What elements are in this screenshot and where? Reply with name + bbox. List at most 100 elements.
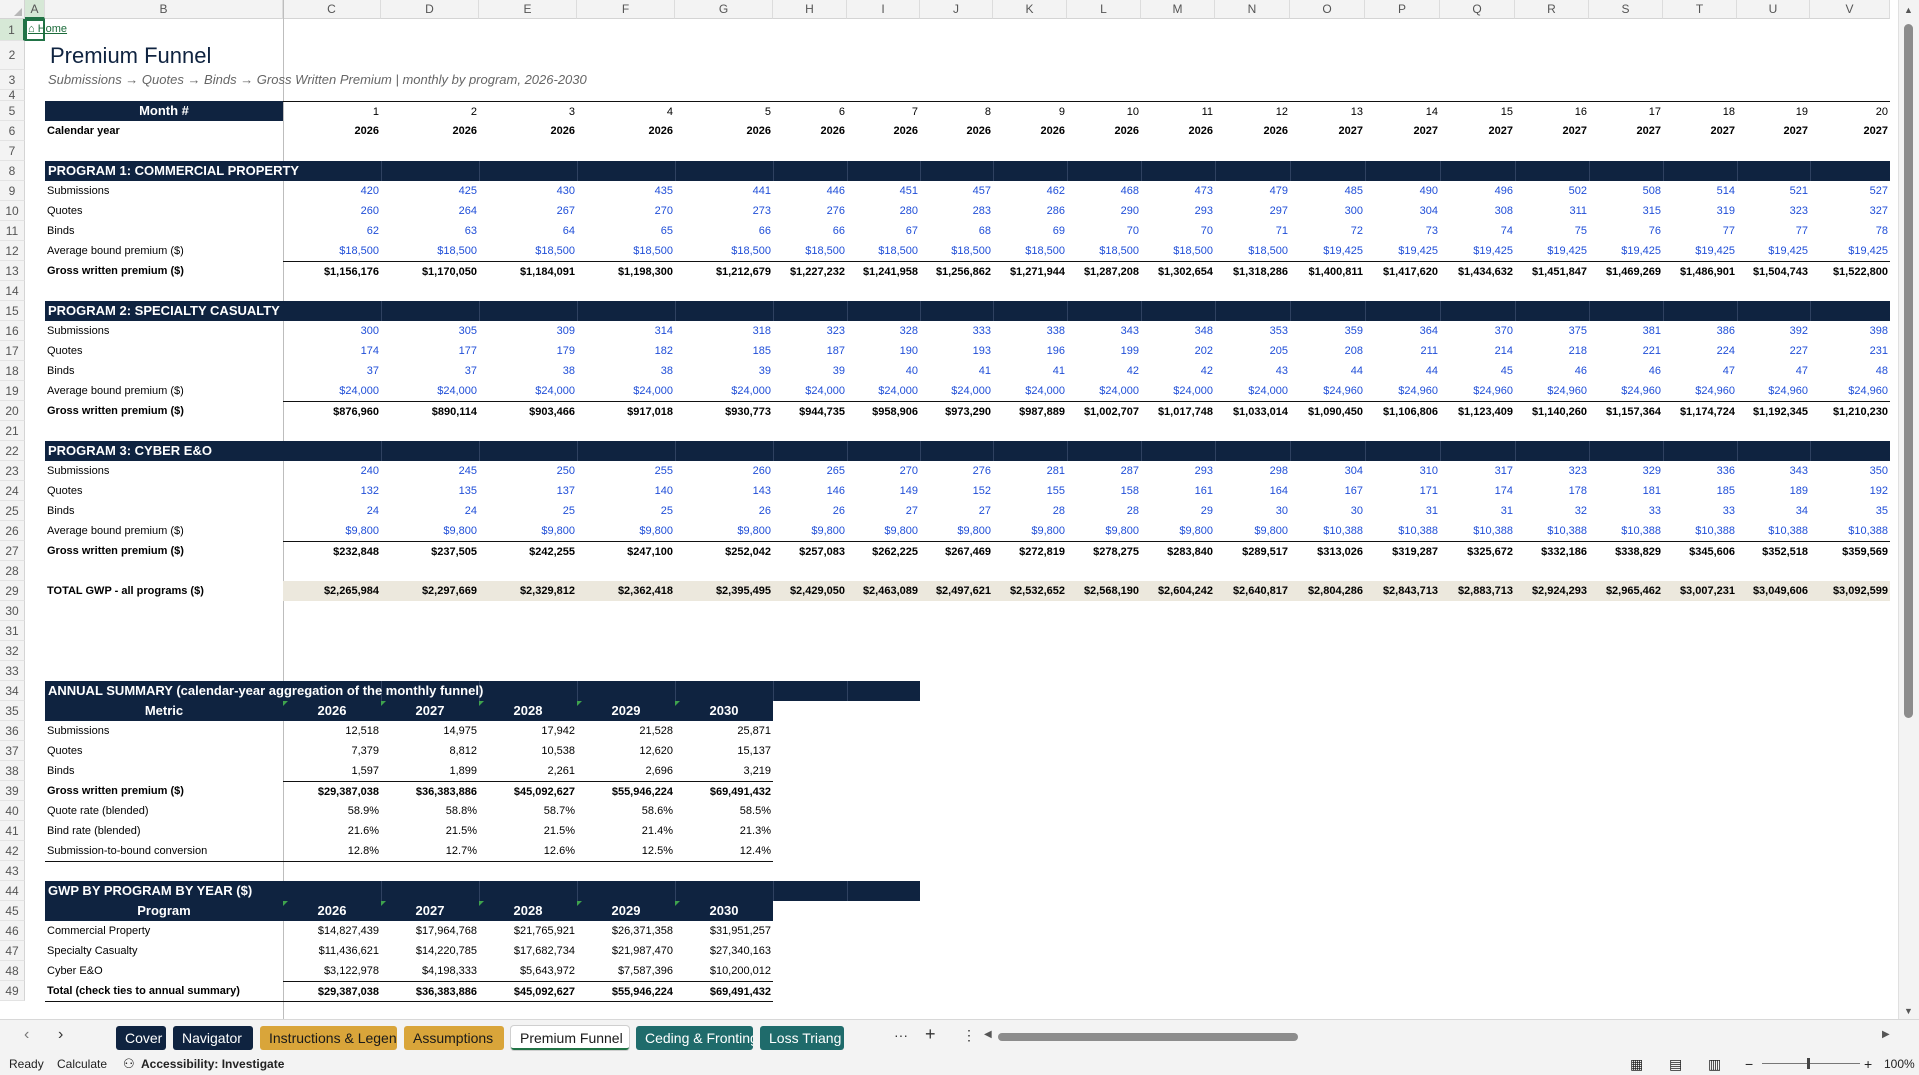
column-header-e[interactable]: E [479, 0, 577, 19]
zoom-out-icon[interactable]: − [1745, 1053, 1753, 1075]
row-header-3[interactable]: 3 [0, 70, 25, 90]
status-accessibility[interactable]: Accessibility: Investigate [141, 1053, 284, 1075]
row-header-41[interactable]: 41 [0, 821, 25, 841]
column-header-o[interactable]: O [1290, 0, 1365, 19]
tab-cover[interactable]: Cover [116, 1026, 166, 1050]
row-header-37[interactable]: 37 [0, 741, 25, 761]
column-header-g[interactable]: G [675, 0, 773, 19]
row-header-44[interactable]: 44 [0, 881, 25, 901]
column-header-b[interactable]: B [45, 0, 283, 19]
hscroll-right-arrow-icon[interactable]: ▶ [1882, 1029, 1890, 1040]
column-header-n[interactable]: N [1215, 0, 1290, 19]
row-header-2[interactable]: 2 [0, 41, 25, 70]
row-header-47[interactable]: 47 [0, 941, 25, 961]
column-header-s[interactable]: S [1589, 0, 1663, 19]
zoom-level[interactable]: 100% [1884, 1053, 1915, 1075]
row-header-27[interactable]: 27 [0, 541, 25, 561]
scroll-up-arrow-icon[interactable]: ▲ [1904, 5, 1913, 15]
row-header-16[interactable]: 16 [0, 321, 25, 341]
column-header-h[interactable]: H [773, 0, 847, 19]
row-header-5[interactable]: 5 [0, 101, 25, 121]
row-header-12[interactable]: 12 [0, 241, 25, 261]
row-header-33[interactable]: 33 [0, 661, 25, 681]
column-header-u[interactable]: U [1737, 0, 1810, 19]
row-header-14[interactable]: 14 [0, 281, 25, 301]
normal-view-icon[interactable]: ▦ [1630, 1053, 1643, 1075]
home-link[interactable]: ⌂ Home [28, 19, 67, 41]
tab-navigator[interactable]: Navigator [173, 1026, 253, 1050]
zoom-slider-thumb[interactable] [1807, 1058, 1810, 1069]
row-header-30[interactable]: 30 [0, 601, 25, 621]
tab-instructions-legend[interactable]: Instructions & Legend [260, 1026, 397, 1050]
row-header-45[interactable]: 45 [0, 901, 25, 921]
row-header-1[interactable]: 1 [0, 19, 25, 41]
column-header-k[interactable]: K [993, 0, 1067, 19]
row-header-4[interactable]: 4 [0, 89, 25, 101]
column-header-c[interactable]: C [283, 0, 381, 19]
row-header-13[interactable]: 13 [0, 261, 25, 281]
scroll-down-arrow-icon[interactable]: ▼ [1904, 1006, 1913, 1016]
row-header-31[interactable]: 31 [0, 621, 25, 641]
row-header-28[interactable]: 28 [0, 561, 25, 581]
row-header-19[interactable]: 19 [0, 381, 25, 401]
row-header-22[interactable]: 22 [0, 441, 25, 461]
column-header-i[interactable]: I [847, 0, 920, 19]
row-header-42[interactable]: 42 [0, 841, 25, 861]
column-header-q[interactable]: Q [1440, 0, 1515, 19]
column-header-l[interactable]: L [1067, 0, 1141, 19]
row-header-34[interactable]: 34 [0, 681, 25, 701]
column-header-v[interactable]: V [1810, 0, 1890, 19]
horizontal-scroll-thumb[interactable] [998, 1033, 1298, 1041]
column-header-m[interactable]: M [1141, 0, 1215, 19]
column-header-t[interactable]: T [1663, 0, 1737, 19]
status-calculate[interactable]: Calculate [57, 1053, 107, 1075]
row-header-40[interactable]: 40 [0, 801, 25, 821]
more-tabs-button[interactable]: ··· [894, 1027, 908, 1043]
row-header-10[interactable]: 10 [0, 201, 25, 221]
tab-loss-triang[interactable]: Loss Triang [760, 1026, 844, 1050]
row-header-15[interactable]: 15 [0, 301, 25, 321]
row-header-24[interactable]: 24 [0, 481, 25, 501]
row-header-21[interactable]: 21 [0, 421, 25, 441]
add-sheet-button[interactable]: + [925, 1024, 936, 1045]
tab-assumptions[interactable]: Assumptions [404, 1026, 504, 1050]
column-header-j[interactable]: J [920, 0, 993, 19]
zoom-slider[interactable] [1762, 1063, 1860, 1064]
row-header-43[interactable]: 43 [0, 861, 25, 881]
row-header-49[interactable]: 49 [0, 981, 25, 1001]
page-break-view-icon[interactable]: ▥ [1708, 1053, 1721, 1075]
page-layout-view-icon[interactable]: ▤ [1669, 1053, 1682, 1075]
row-header-7[interactable]: 7 [0, 141, 25, 161]
row-header-36[interactable]: 36 [0, 721, 25, 741]
row-header-9[interactable]: 9 [0, 181, 25, 201]
column-header-f[interactable]: F [577, 0, 675, 19]
spreadsheet-grid[interactable]: A B C D E F G H I J K L M N O P Q R S T U V 1 2 3 4 5 6 7 8 9 10 11 12 13 1… [0, 0, 1899, 1019]
row-header-23[interactable]: 23 [0, 461, 25, 481]
row-header-25[interactable]: 25 [0, 501, 25, 521]
row-header-39[interactable]: 39 [0, 781, 25, 801]
vertical-scrollbar[interactable]: ▲ ▼ [1898, 0, 1919, 1019]
row-header-35[interactable]: 35 [0, 701, 25, 721]
row-header-46[interactable]: 46 [0, 921, 25, 941]
tab-scroll-left-icon[interactable]: ‹ [24, 1026, 29, 1044]
row-header-18[interactable]: 18 [0, 361, 25, 381]
row-header-38[interactable]: 38 [0, 761, 25, 781]
zoom-in-icon[interactable]: + [1864, 1053, 1872, 1075]
tab-premium-funnel[interactable]: Premium Funnel [511, 1026, 629, 1050]
tab-scroll-right-icon[interactable]: › [58, 1026, 63, 1044]
row-header-32[interactable]: 32 [0, 641, 25, 661]
tab-options-icon[interactable]: ⋮ [962, 1027, 976, 1044]
row-header-48[interactable]: 48 [0, 961, 25, 981]
row-header-8[interactable]: 8 [0, 161, 25, 181]
column-header-r[interactable]: R [1515, 0, 1589, 19]
column-header-p[interactable]: P [1365, 0, 1440, 19]
row-header-17[interactable]: 17 [0, 341, 25, 361]
row-header-26[interactable]: 26 [0, 521, 25, 541]
column-header-d[interactable]: D [381, 0, 479, 19]
row-header-11[interactable]: 11 [0, 221, 25, 241]
column-header-a[interactable]: A [25, 0, 45, 19]
tab-ceding-fronting[interactable]: Ceding & Fronting [636, 1026, 753, 1050]
row-header-20[interactable]: 20 [0, 401, 25, 421]
row-header-29[interactable]: 29 [0, 581, 25, 601]
hscroll-left-arrow-icon[interactable]: ◀ [984, 1029, 992, 1040]
